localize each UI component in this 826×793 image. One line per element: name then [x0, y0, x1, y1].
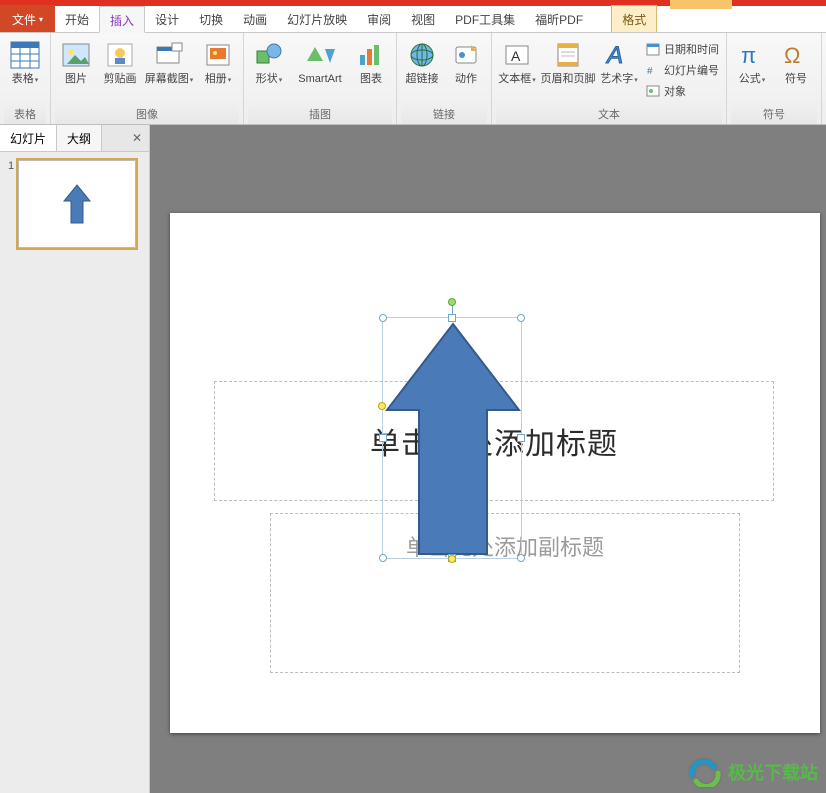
tab-format[interactable]: 格式 — [611, 5, 657, 32]
group-label-links: 链接 — [401, 104, 487, 124]
hyperlink-icon — [406, 39, 438, 71]
svg-text:A: A — [511, 48, 521, 64]
btn-shapes[interactable]: 形状 — [248, 37, 290, 99]
resize-handle-ml[interactable] — [379, 434, 387, 442]
slide-editor[interactable]: 单击此处添加标题 单击此处添加副标题 — [150, 125, 826, 793]
tab-review[interactable]: 审阅 — [357, 5, 401, 32]
headerfooter-icon — [552, 39, 584, 71]
tab-view[interactable]: 视图 — [401, 5, 445, 32]
chart-icon — [355, 39, 387, 71]
tab-animations[interactable]: 动画 — [233, 5, 277, 32]
btn-table[interactable]: 表格 — [4, 37, 46, 99]
tab-foxitpdf[interactable]: 福昕PDF — [525, 5, 593, 32]
group-tables: 表格 表格 — [0, 33, 51, 124]
svg-text:Ω: Ω — [784, 43, 800, 68]
tab-transitions[interactable]: 切换 — [189, 5, 233, 32]
object-icon — [645, 83, 661, 99]
svg-text:π: π — [741, 43, 756, 68]
group-text: A 文本框 页眉和页脚 A 艺术字 日期和时间 # 幻灯片编号 — [492, 33, 727, 124]
slide-panel: 幻灯片 大纲 ✕ 1 — [0, 125, 150, 793]
resize-handle-bl[interactable] — [379, 554, 387, 562]
resize-handle-br[interactable] — [517, 554, 525, 562]
symbol-icon: Ω — [780, 39, 812, 71]
panel-close[interactable]: ✕ — [125, 125, 149, 151]
group-symbols: π 公式 Ω 符号 符号 — [727, 33, 822, 124]
resize-handle-tl[interactable] — [379, 314, 387, 322]
tab-design[interactable]: 设计 — [145, 5, 189, 32]
panel-tab-slides[interactable]: 幻灯片 — [0, 125, 57, 151]
watermark-icon — [688, 757, 722, 787]
watermark: 极光下载站 — [688, 757, 818, 787]
group-illustrations: 形状 SmartArt 图表 插图 — [244, 33, 397, 124]
slide-thumbnail-1[interactable] — [18, 160, 136, 248]
slide-canvas[interactable]: 单击此处添加标题 单击此处添加副标题 — [170, 213, 820, 733]
btn-smartart[interactable]: SmartArt — [292, 37, 348, 99]
resize-handle-tr[interactable] — [517, 314, 525, 322]
table-icon — [9, 39, 41, 71]
wordart-icon: A — [603, 39, 635, 71]
group-label-symbols: 符号 — [731, 104, 817, 124]
textbox-icon: A — [501, 39, 533, 71]
tab-pdftools[interactable]: PDF工具集 — [445, 5, 525, 32]
clipart-icon — [104, 39, 136, 71]
group-label-text: 文本 — [496, 104, 722, 124]
resize-handle-mr[interactable] — [517, 434, 525, 442]
album-icon — [202, 39, 234, 71]
btn-object[interactable]: 对象 — [642, 81, 722, 101]
datetime-icon — [645, 41, 661, 57]
thumb-number: 1 — [8, 160, 14, 248]
slidenumber-icon: # — [645, 62, 661, 78]
btn-hyperlink[interactable]: 超链接 — [401, 37, 443, 99]
group-links: 超链接 动作 链接 — [397, 33, 492, 124]
picture-icon — [60, 39, 92, 71]
tab-slideshow[interactable]: 幻灯片放映 — [277, 5, 357, 32]
btn-symbol[interactable]: Ω 符号 — [775, 37, 817, 99]
btn-wordart[interactable]: A 艺术字 — [598, 37, 640, 99]
arrow-up-icon — [62, 183, 92, 225]
btn-slidenumber[interactable]: # 幻灯片编号 — [642, 60, 722, 80]
group-label-images: 图像 — [55, 104, 239, 124]
equation-icon: π — [736, 39, 768, 71]
svg-text:#: # — [647, 66, 653, 77]
btn-textbox[interactable]: A 文本框 — [496, 37, 538, 99]
btn-picture[interactable]: 图片 — [55, 37, 97, 99]
group-images: 图片 剪贴画 屏幕截图 相册 图像 — [51, 33, 244, 124]
close-icon: ✕ — [132, 131, 142, 145]
main-tabstrip: 文件 开始 插入 设计 切换 动画 幻灯片放映 审阅 视图 PDF工具集 福昕P… — [0, 6, 826, 33]
btn-headerfooter[interactable]: 页眉和页脚 — [540, 37, 596, 99]
btn-album[interactable]: 相册 — [197, 37, 239, 99]
ribbon: 表格 表格 图片 剪贴画 屏幕截图 相册 图像 — [0, 33, 826, 125]
shape-selection-box[interactable] — [382, 317, 522, 559]
smartart-icon — [304, 39, 336, 71]
tab-insert[interactable]: 插入 — [99, 6, 145, 33]
tab-file[interactable]: 文件 — [0, 5, 55, 32]
btn-clipart[interactable]: 剪贴画 — [99, 37, 141, 99]
btn-equation[interactable]: π 公式 — [731, 37, 773, 99]
action-icon — [450, 39, 482, 71]
svg-text:A: A — [605, 42, 623, 69]
btn-datetime[interactable]: 日期和时间 — [642, 39, 722, 59]
btn-screenshot[interactable]: 屏幕截图 — [143, 37, 195, 99]
rotate-handle[interactable] — [448, 298, 456, 306]
tab-home[interactable]: 开始 — [55, 5, 99, 32]
group-label-tables: 表格 — [4, 104, 46, 124]
btn-chart[interactable]: 图表 — [350, 37, 392, 99]
resize-handle-tm[interactable] — [448, 314, 456, 322]
shapes-icon — [253, 39, 285, 71]
screenshot-icon — [153, 39, 185, 71]
panel-tab-outline[interactable]: 大纲 — [57, 125, 102, 151]
btn-action[interactable]: 动作 — [445, 37, 487, 99]
arrow-shape[interactable] — [383, 318, 523, 560]
group-label-illus: 插图 — [248, 104, 392, 124]
